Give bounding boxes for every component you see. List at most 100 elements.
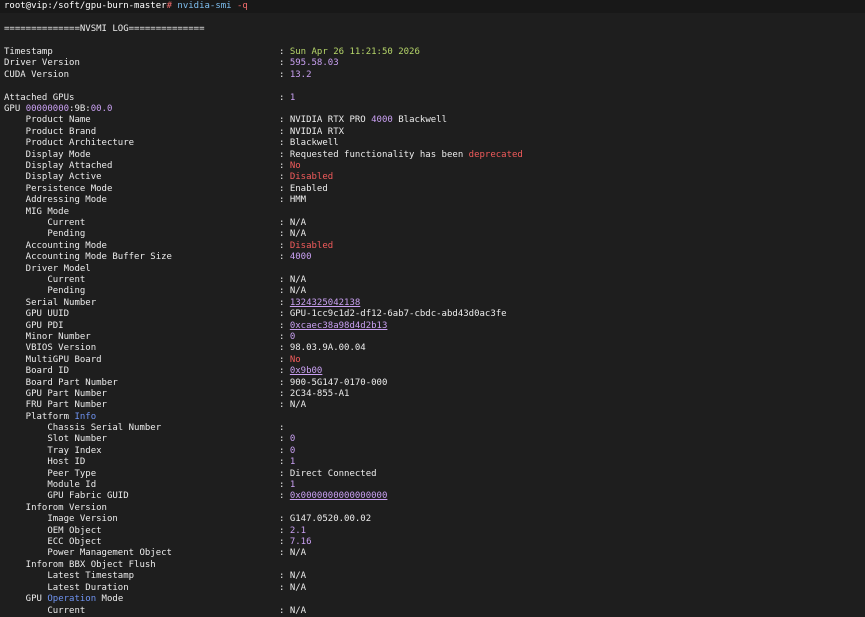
log-value: : N/A [279,571,307,581]
log-label: Driver Version [4,58,80,68]
log-label: Latest Timestamp [4,571,135,581]
value-text: 1 [289,457,296,467]
deprecated-word: deprecated [468,150,523,160]
log-value: : NVIDIA RTX PRO 4000 Blackwell [279,115,447,125]
value-text: 2.1 [289,526,307,536]
value-text: Direct Connected [289,469,377,479]
value-text: 1324325042138 [289,298,361,308]
log-value: : 0x0000000000000000 [279,491,388,501]
log-value: : 1 [279,93,296,103]
log-label: Current [4,606,86,616]
log-label: FRU Part Number [4,400,107,410]
shell-prompt: root@vip:/soft/gpu-burn-master# nvidia-s… [0,0,865,13]
log-value: : 0x9b00 [279,366,323,376]
log-value: : G147.0520.00.02 [279,514,372,524]
log-label: Host ID [4,457,86,467]
value-text: No [289,161,301,171]
value-text: 595.58.03 [289,58,339,68]
value-text: NVIDIA RTX [289,127,345,137]
log-label: Product Architecture [4,138,135,148]
log-label: Board ID [4,366,70,376]
log-label: VBIOS Version [4,343,97,353]
value-text: No [289,355,301,365]
log-value: : N/A [279,606,307,616]
log-value: : GPU-1cc9c1d2-df12-6ab7-cbdc-abd43d0ac3… [279,309,507,319]
log-label: GPU Fabric GUID [4,491,129,501]
value-text: 0 [289,446,296,456]
log-value: : N/A [279,583,307,593]
value-text: N/A [289,218,307,228]
log-value: : 595.58.03 [279,58,339,68]
value-text: G147.0520.00.02 [289,514,372,524]
value-text: GPU-1cc9c1d2-df12-6ab7-cbdc-abd43d0ac3fe [289,309,507,319]
log-value: : 13.2 [279,70,312,80]
op-mode-word: Operation [47,594,97,604]
value-text: 0x0000000000000000 [289,491,388,501]
value-text: 1 [289,480,296,490]
op-mode-rest: Mode [96,594,124,604]
value-text: 13.2 [289,70,312,80]
log-label: Addressing Mode [4,195,107,205]
log-label: Pending [4,286,86,296]
log-value: : N/A [279,400,307,410]
value-text: Disabled [289,241,334,251]
value-text: 4000 [289,252,312,262]
log-label: Accounting Mode Buffer Size [4,252,172,262]
log-label: Attached GPUs [4,93,75,103]
gpu-addr-bus: :9B: [69,104,91,114]
gpu-label: GPU [4,104,26,114]
value-text: N/A [289,606,307,616]
value-text: Enabled [289,184,328,194]
log-label: Product Name [4,115,91,125]
value-text: N/A [289,400,307,410]
value-text: 0 [289,332,296,342]
log-value: : 1 [279,457,296,467]
log-value: : 98.03.9A.00.04 [279,343,366,353]
platform-info-word: Info [74,412,97,422]
log-label: Slot Number [4,434,107,444]
value-text: N/A [289,548,307,558]
value-text: 0 [289,434,296,444]
value-text: N/A [289,583,307,593]
log-header: ==============NVSMI LOG============== [4,24,205,34]
log-value: : N/A [279,229,307,239]
log-value: : 4000 [279,252,312,262]
log-label: CUDA Version [4,70,70,80]
gpu-operation-mode-line: GPU Operation Mode [4,593,124,605]
log-label: Pending [4,229,86,239]
log-label: Latest Duration [4,583,129,593]
value-text: 900-5G147-0170-000 [289,378,388,388]
gpu-addr-domain: 00000000 [25,104,70,114]
prompt-command: nvidia-smi [177,1,232,11]
value-text: 2C34-855-A1 [289,389,350,399]
log-value: : Disabled [279,172,334,182]
log-value: : Requested functionality has been depre… [279,150,523,160]
log-label: Display Active [4,172,102,182]
log-label: Image Version [4,514,118,524]
log-value: : N/A [279,286,307,296]
log-value: : N/A [279,548,307,558]
prompt-arg: -q [237,1,248,11]
value-text: Blackwell [289,138,339,148]
value-text: Sun Apr 26 11:21:50 2026 [289,47,420,57]
platform-label: Platform [4,412,75,422]
value-text: HMM [289,195,307,205]
op-mode-label: GPU [4,594,48,604]
log-value: : Blackwell [279,138,339,148]
value-text: N/A [289,229,307,239]
value-text: N/A [289,275,307,285]
log-label: GPU UUID [4,309,70,319]
prompt-path: root@vip:/soft/gpu-burn-master [4,1,167,11]
value-text: 0xcaec38a98d4d2b13 [289,321,388,331]
product-number: 4000 [371,115,393,125]
log-label: Power Management Object [4,548,172,558]
value-text: Disabled [289,172,334,182]
value-text: 1 [289,93,296,103]
value-text: 98.03.9A.00.04 [289,343,366,353]
value-text: 7.16 [289,537,312,547]
value-text: N/A [289,571,307,581]
log-value: : 0 [279,434,296,444]
value-text: 0x9b00 [289,366,323,376]
log-value: : HMM [279,195,307,205]
terminal-window[interactable]: root@vip:/soft/gpu-burn-master# nvidia-s… [0,0,865,617]
